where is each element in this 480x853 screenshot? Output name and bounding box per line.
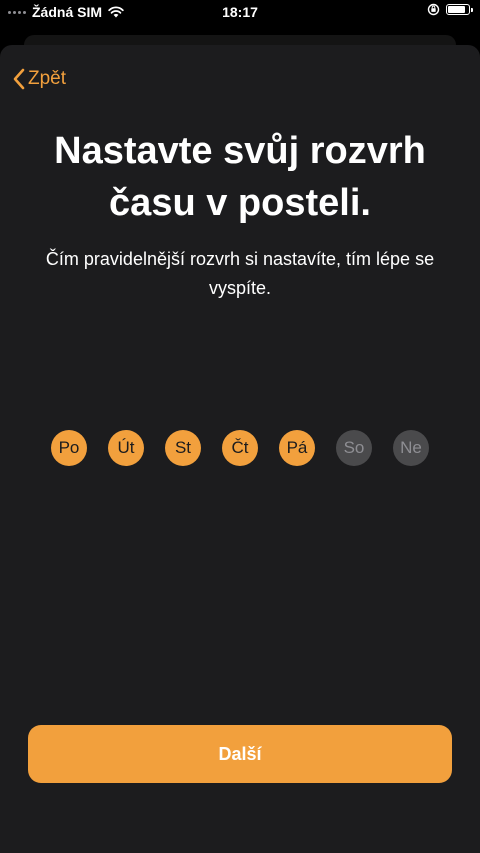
weekday-toggle[interactable]: Út [108,430,144,466]
screen: Žádná SIM 18:17 Zpět Nastavte svůj rozvr… [0,0,480,853]
orientation-lock-icon [427,3,440,16]
weekday-toggle[interactable]: St [165,430,201,466]
weekday-toggle[interactable]: Ne [393,430,429,466]
page-subtitle: Čím pravidelnější rozvrh si nastavíte, t… [45,249,435,298]
next-button[interactable]: Další [28,725,452,783]
weekday-toggle[interactable]: Po [51,430,87,466]
status-bar: Žádná SIM 18:17 [0,0,480,26]
status-time: 18:17 [222,4,258,20]
back-button[interactable]: Zpět [12,67,66,91]
battery-icon [446,4,473,15]
weekday-toggle[interactable]: Pá [279,430,315,466]
back-label: Zpět [28,68,67,89]
weekday-selector: Po Út St Čt Pá So Ne [0,430,480,466]
weekday-toggle[interactable]: Čt [222,430,258,466]
status-right [427,3,473,16]
modal-sheet: Zpět Nastavte svůj rozvrh času v posteli… [0,45,480,853]
page-title: Nastavte svůj rozvrh času v posteli. [54,130,426,224]
weekday-toggle[interactable]: So [336,430,372,466]
next-button-label: Další [218,743,262,764]
chevron-left-icon [13,68,25,90]
